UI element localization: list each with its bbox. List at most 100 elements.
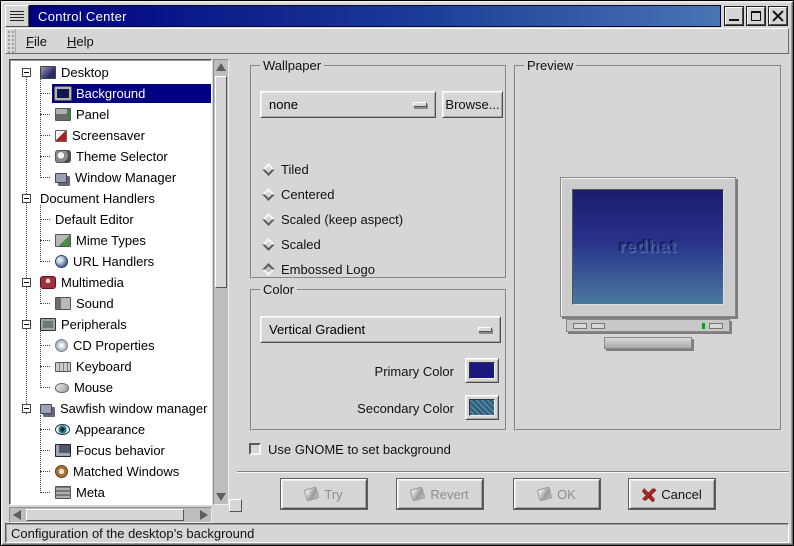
radio-label: Scaled [281, 236, 321, 252]
scroll-right-button[interactable] [197, 508, 211, 522]
theme-icon [55, 150, 71, 163]
secondary-color-button[interactable] [465, 395, 499, 420]
keyboard-icon [55, 361, 71, 372]
tree-item-appearance[interactable]: Appearance [10, 419, 211, 440]
tree-item-label: URL Handlers [73, 254, 155, 269]
radio-button-icon[interactable] [262, 237, 275, 251]
radio-scaled[interactable]: Scaled [262, 234, 321, 254]
tree-item-label: Background [76, 86, 146, 101]
tree-item-mouse[interactable]: Mouse [10, 377, 211, 398]
menu-help[interactable]: Help [57, 31, 104, 52]
radio-button-icon[interactable] [262, 212, 275, 226]
try-button-label: Try [324, 486, 343, 502]
tree-item-label: Peripherals [61, 317, 127, 332]
keyboard-image [604, 337, 692, 349]
collapse-expander-icon[interactable] [22, 194, 31, 203]
tree-item-background[interactable]: Background [10, 83, 211, 104]
tree-item-window-manager[interactable]: Window Manager [10, 167, 211, 188]
tree-item-focus-behavior[interactable]: Focus behavior [10, 440, 211, 461]
tree-item-label: Document Handlers [40, 191, 155, 206]
menubar: File Help [5, 28, 789, 54]
tree-vertical-scrollbar[interactable] [213, 59, 229, 505]
tree-item-panel[interactable]: Panel [10, 104, 211, 125]
tree-horizontal-scrollbar[interactable] [9, 507, 212, 523]
radio-centered[interactable]: Centered [262, 184, 334, 204]
titlebar-strip[interactable]: Control Center [29, 5, 721, 27]
tree-item-cd-properties[interactable]: CD Properties [10, 335, 211, 356]
radio-button-icon[interactable] [262, 187, 275, 201]
statusbar-text: Configuration of the desktop’s backgroun… [11, 525, 255, 541]
tree-item-matched-windows[interactable]: Matched Windows [10, 461, 211, 482]
preview-group: Preview redhat [514, 58, 782, 431]
color-group-label: Color [260, 282, 298, 297]
collapse-expander-icon[interactable] [22, 278, 31, 287]
secondary-color-label: Secondary Color [357, 401, 454, 416]
browse-button[interactable]: Browse... [442, 91, 503, 118]
monitor-button [573, 322, 587, 329]
scroll-down-button[interactable] [214, 490, 228, 504]
close-button[interactable] [769, 7, 787, 25]
use-gnome-checkbox-row[interactable]: Use GNOME to set background [249, 439, 451, 459]
scroll-up-button[interactable] [214, 60, 228, 74]
tree-children-peripherals: CD Properties Keyboard Mouse [10, 331, 211, 398]
primary-color-button[interactable] [465, 358, 499, 383]
scroll-left-button[interactable] [10, 508, 24, 522]
tree-item-content: Desktop [37, 63, 211, 82]
tree-item-label: Appearance [75, 422, 146, 437]
tree-item-screensaver[interactable]: Screensaver [10, 125, 211, 146]
tree-item-sound[interactable]: Sound [10, 293, 211, 314]
tree-item-content: URL Handlers [52, 252, 211, 271]
collapse-expander-icon[interactable] [22, 404, 31, 413]
tree-item-content: Document Handlers [37, 189, 211, 208]
radio-button-icon[interactable] [262, 162, 275, 176]
minimize-button[interactable] [725, 7, 743, 25]
tree-item-content: Default Editor [52, 210, 211, 229]
maximize-button[interactable] [747, 7, 765, 25]
monitor-base [566, 319, 730, 332]
tree-item-label: Screensaver [72, 128, 145, 143]
monitor-bezel: redhat [560, 177, 736, 317]
vertical-scroll-thumb[interactable] [215, 76, 227, 288]
tree-item-mime-types[interactable]: Mime Types [10, 230, 211, 251]
tree-item-url-handlers[interactable]: URL Handlers [10, 251, 211, 272]
statusbar: Configuration of the desktop’s backgroun… [5, 523, 789, 543]
menubar-grip-handle[interactable] [6, 29, 16, 53]
window-menu-button[interactable] [5, 5, 29, 27]
appearance-icon [55, 424, 70, 435]
horizontal-scroll-thumb[interactable] [26, 509, 184, 521]
tree-item-content: Window Manager [52, 168, 211, 187]
wallpaper-dropdown[interactable]: none [260, 91, 436, 118]
radio-scaled-keep-aspect[interactable]: Scaled (keep aspect) [262, 209, 403, 229]
revert-icon [410, 486, 426, 502]
radio-button-icon[interactable] [262, 262, 275, 276]
cancel-button[interactable]: Cancel [629, 479, 715, 509]
gradient-dropdown[interactable]: Vertical Gradient [260, 316, 501, 343]
collapse-expander-icon[interactable] [22, 68, 31, 77]
desktop-icon [40, 66, 56, 79]
radio-tiled[interactable]: Tiled [262, 159, 309, 179]
gradient-dropdown-value: Vertical Gradient [269, 322, 366, 337]
tree-item-theme-selector[interactable]: Theme Selector [10, 146, 211, 167]
radio-embossed-logo[interactable]: Embossed Logo [262, 259, 375, 279]
tree-item-keyboard[interactable]: Keyboard [10, 356, 211, 377]
tree-item-label: Mouse [74, 380, 114, 395]
meta-icon [55, 486, 71, 499]
tree-item-content: Multimedia [37, 273, 211, 292]
dialog-separator [237, 471, 789, 473]
window-controls [721, 5, 789, 27]
color-group: Color Vertical Gradient Primary Color Se… [250, 282, 507, 431]
primary-color-label: Primary Color [374, 364, 454, 379]
tree-item-meta[interactable]: Meta [10, 482, 211, 503]
menubar-items: File Help [16, 31, 104, 52]
ok-button-label: OK [557, 486, 576, 502]
monitor-icon [55, 87, 71, 100]
tree-children-document-handlers: Default Editor Mime Types URL Handlers [10, 205, 211, 272]
use-gnome-checkbox[interactable] [249, 443, 261, 455]
collapse-expander-icon[interactable] [22, 320, 31, 329]
tree-item-default-editor[interactable]: Default Editor [10, 209, 211, 230]
menu-file[interactable]: File [16, 31, 57, 52]
tree-children-desktop: Background Panel Screensaver Theme Selector… [10, 79, 211, 188]
tree-children-multimedia: Sound [10, 289, 211, 314]
option-menu-indicator-icon [478, 327, 492, 332]
use-gnome-checkbox-label: Use GNOME to set background [268, 441, 451, 457]
